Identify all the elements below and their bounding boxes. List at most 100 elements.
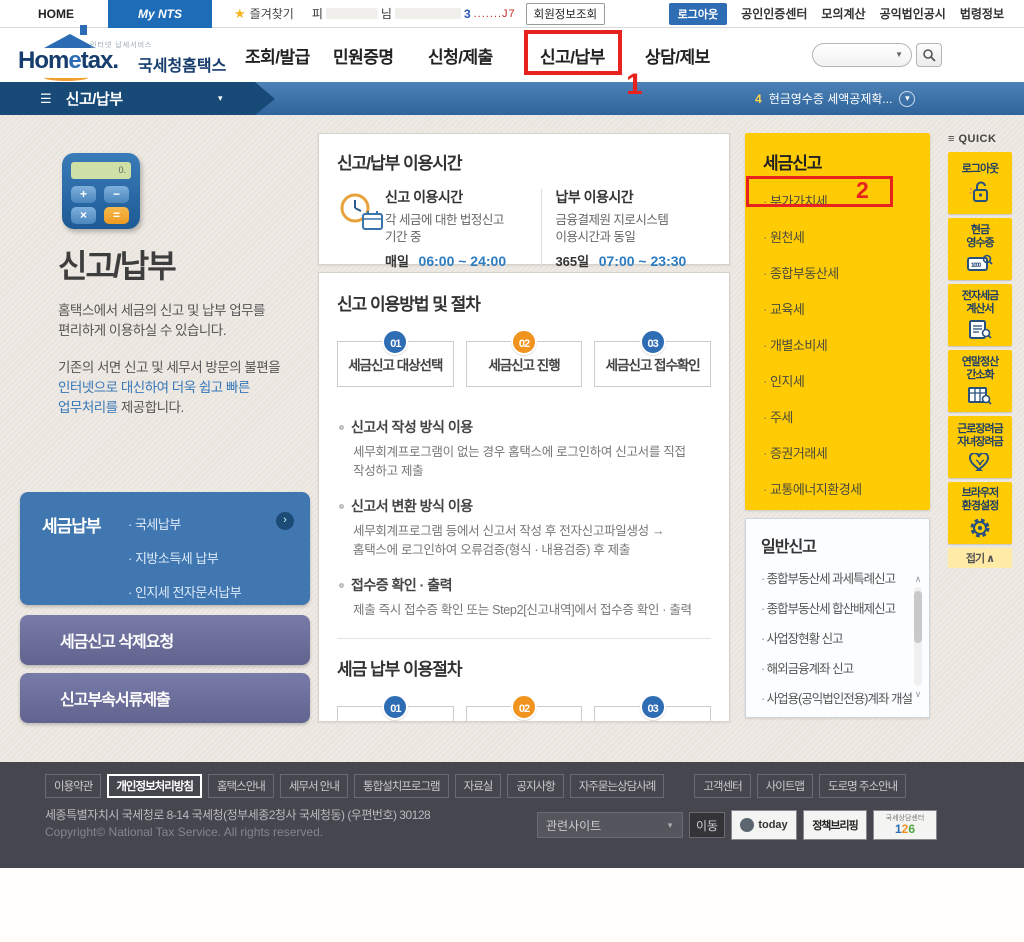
footer-privacy[interactable]: 개인정보처리방침 xyxy=(107,774,202,798)
menu-item-business-status[interactable]: 사업장현황 신고 xyxy=(761,628,929,647)
quick-logout[interactable]: 로그아웃 xyxy=(948,152,1012,214)
chevron-down-icon[interactable]: ▼ xyxy=(895,50,903,59)
footer-hometax-guide[interactable]: 홈택스안내 xyxy=(207,774,274,798)
ticker-expand-button[interactable]: ▾ xyxy=(899,90,916,107)
footer-resources[interactable]: 자료실 xyxy=(454,774,502,798)
payment-hours-title: 납부 이용시간 xyxy=(555,189,634,205)
nav-consult-report[interactable]: 상담/제보 xyxy=(645,28,710,82)
bullet-heading-text: 신고서 변환 방식 이용 xyxy=(351,498,473,514)
nav-inquiry-issue[interactable]: 조회/발급 xyxy=(245,28,310,82)
menu-item-transport-energy[interactable]: 교통에너지환경세 xyxy=(763,479,930,498)
ring-bullet-icon xyxy=(339,582,344,588)
gov-today-text: today xyxy=(758,819,788,831)
public-corp-link[interactable]: 공익법인공시 xyxy=(880,5,946,22)
nav-civil-cert[interactable]: 민원증명 xyxy=(333,28,394,82)
policy-briefing-logo[interactable]: 정책브리핑 xyxy=(803,810,867,840)
mock-calc-link[interactable]: 모의계산 xyxy=(821,5,865,22)
unlock-icon xyxy=(969,181,988,202)
menu-item-withholding[interactable]: 원천세 xyxy=(763,227,930,246)
quick-label: QUICK xyxy=(958,133,997,145)
calc-plus-key: + xyxy=(71,186,96,203)
search-input[interactable]: ▼ xyxy=(812,43,912,67)
intro-paragraph-1: 홈택스에서 세금의 신고 및 납부 업무를 편리하게 이용하실 수 있습니다. xyxy=(58,301,265,341)
step-select-tax-report[interactable]: 01 세금신고 대상선택 xyxy=(337,329,454,387)
step-select-tax-payment[interactable]: 01 세금납부 대상선택 xyxy=(337,694,454,721)
gov-emblem-icon xyxy=(740,818,755,832)
bottom-whitespace xyxy=(0,868,1024,942)
menu-item-exclusion[interactable]: 종합부동산세 합산배제신고 xyxy=(761,598,929,617)
footer-install-program[interactable]: 통합설치프로그램 xyxy=(353,774,449,798)
footer-tax-office-guide[interactable]: 세무서 안내 xyxy=(279,774,348,798)
search-button[interactable] xyxy=(916,43,942,67)
related-sites-select[interactable]: 관련사이트 ▼ xyxy=(537,812,683,838)
scroll-down-icon[interactable]: ∨ xyxy=(915,689,922,699)
menu-item-foreign-account[interactable]: 해외금융계좌 신고 xyxy=(761,658,929,677)
nav-apply-submit[interactable]: 신청/제출 xyxy=(428,28,493,82)
go-button[interactable]: 이동 xyxy=(689,812,725,838)
menu-scrollbar: ∧ ∨ xyxy=(911,574,925,699)
menu-item-consumption[interactable]: 개별소비세 xyxy=(763,335,930,354)
footer-faq[interactable]: 자주묻는상담사례 xyxy=(569,774,665,798)
step-do-tax-report[interactable]: 02 세금신고 진행 xyxy=(465,329,583,387)
footer-road-address[interactable]: 도로명 주소안내 xyxy=(819,774,907,798)
hometax-logo[interactable]: 인터넷 납세서비스 Hometax. 국세청홈택스 xyxy=(16,25,241,81)
bullet-heading: 신고서 변환 방식 이용 xyxy=(337,496,711,516)
menu-item-securities[interactable]: 증권거래세 xyxy=(763,443,930,462)
ticker-text[interactable]: 현금영수증 세액공제확... xyxy=(769,90,893,107)
user-code-fragment: .......J7 xyxy=(473,7,516,20)
logout-button[interactable]: 로그아웃 xyxy=(668,2,728,25)
quick-item-label: 로그아웃 xyxy=(961,162,999,175)
menu-item-education[interactable]: 교육세 xyxy=(763,299,930,318)
step-do-tax-payment[interactable]: 02 세금납부 진행 xyxy=(465,694,583,721)
footer-sitemap[interactable]: 사이트맵 xyxy=(756,774,813,798)
user-info: 피 님 3 .......J7 xyxy=(312,5,516,22)
favorites-link[interactable]: ★ 즐겨찾기 xyxy=(234,5,294,22)
arrow-right-icon[interactable]: › xyxy=(276,512,294,530)
menu-item-liquor[interactable]: 주세 xyxy=(763,407,930,426)
law-info-link[interactable]: 법령정보 xyxy=(960,5,1004,22)
footer-customer-center[interactable]: 고객센터 xyxy=(694,774,751,798)
link-national-tax-pay[interactable]: 국세납부 xyxy=(128,514,241,533)
tax-payment-box[interactable]: 세금납부 국세납부 지방소득세 납부 인지세 전자문서납부 › xyxy=(20,492,310,605)
attachment-submit-button[interactable]: 신고부속서류제출 xyxy=(20,673,310,723)
step-confirm-tax-report[interactable]: 03 세금신고 접수확인 xyxy=(594,329,712,387)
step-confirm-tax-payment[interactable]: 03 세금납부 확인 xyxy=(594,694,712,721)
menu-item-business-account[interactable]: 사업용(공익법인전용)계좌 개설 xyxy=(761,688,929,707)
cert-center-link[interactable]: 공인인증센터 xyxy=(741,5,807,22)
section-menu-dropdown[interactable]: ☰ 신고/납부 ▾ xyxy=(0,82,275,115)
intro-p1-line1: 홈택스에서 세금의 신고 및 납부 업무를 xyxy=(58,303,265,318)
quick-menu: ≡ QUICK 로그아웃 현금 영수증 1000 전자세금 계산서 연말정산 간… xyxy=(948,133,1012,568)
report-hours-col: 신고 이용시간 각 세금에 대한 법정신고 기간 중 매일 06:00 ~ 24… xyxy=(385,187,541,270)
menu-item-property[interactable]: 종합부동산세 xyxy=(763,263,930,282)
menu-item-stamp[interactable]: 인지세 xyxy=(763,371,930,390)
link-stamp-tax-pay[interactable]: 인지세 전자문서납부 xyxy=(128,582,242,601)
top-utility-bar: HOME My NTS ★ 즐겨찾기 피 님 3 .......J7 회원정보조… xyxy=(0,0,1024,28)
quick-e-tax-invoice[interactable]: 전자세금 계산서 xyxy=(948,284,1012,346)
member-info-button[interactable]: 회원정보조회 xyxy=(525,2,606,25)
quick-browser-settings[interactable]: 브라우저 환경설정 xyxy=(948,482,1012,544)
scroll-up-icon[interactable]: ∧ xyxy=(915,574,922,584)
quick-collapse-button[interactable]: 접기 ∧ xyxy=(948,548,1012,568)
report-hours-title: 신고 이용시간 xyxy=(385,189,463,205)
quick-year-end-settlement[interactable]: 연말정산 간소화 xyxy=(948,350,1012,412)
my-nts-tab[interactable]: My NTS xyxy=(108,0,213,28)
footer-notices[interactable]: 공지사항 xyxy=(507,774,564,798)
quick-work-incentive[interactable]: 근로장려금 자녀장려금 xyxy=(948,416,1012,478)
step-badge-01: 01 xyxy=(382,329,409,355)
scrollbar-thumb[interactable] xyxy=(914,591,922,643)
link-local-income-tax-pay[interactable]: 지방소득세 납부 xyxy=(128,548,241,567)
tax-call-center-logo[interactable]: 국세상담센터 126 xyxy=(873,810,937,840)
home-link[interactable]: HOME xyxy=(38,7,74,21)
chevron-down-icon: ▾ xyxy=(218,93,223,103)
logo-part3: tax. xyxy=(80,47,119,74)
gov-today-logo[interactable]: today xyxy=(731,810,797,840)
delete-report-request-button[interactable]: 세금신고 삭제요청 xyxy=(20,615,310,665)
scrollbar-track[interactable] xyxy=(914,587,922,686)
calc-times-key: × xyxy=(71,207,96,224)
quick-cash-receipt[interactable]: 현금 영수증 1000 xyxy=(948,218,1012,280)
quick-item-label: 연말정산 xyxy=(961,356,999,368)
menu-item-special-case[interactable]: 종합부동산세 과세특례신고 xyxy=(761,568,929,587)
footer-terms[interactable]: 이용약관 xyxy=(45,774,102,798)
intro-column: 0. + − × = 신고/납부 홈택스에서 세금의 신고 및 납부 업무를 편… xyxy=(20,115,310,762)
bullet-body-l2: 작성하고 제출 xyxy=(353,464,424,478)
